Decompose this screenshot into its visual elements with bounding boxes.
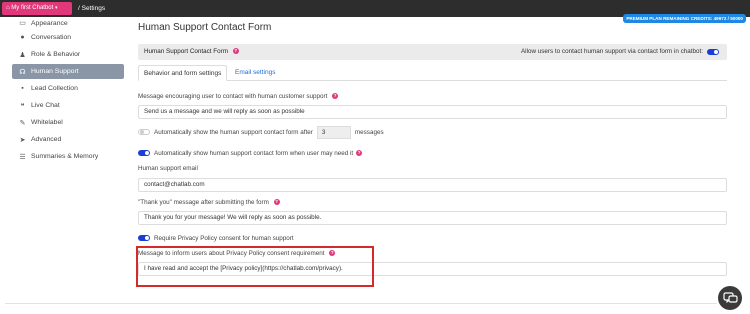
sidebar-item-live-chat[interactable]: ❝ Live Chat (12, 97, 124, 114)
rocket-icon: ➤ (19, 136, 26, 144)
sidebar-item-label: Live Chat (31, 102, 60, 109)
sidebar-item-summaries-memory[interactable]: ☰ Summaries & Memory (12, 148, 124, 165)
user-icon: ♟ (19, 51, 26, 59)
sidebar-item-whitelabel[interactable]: ✎ Whitelabel (12, 114, 124, 131)
sidebar-item-advanced[interactable]: ➤ Advanced (12, 131, 124, 148)
page-title: Human Support Contact Form (138, 22, 272, 33)
allow-contact-label: Allow users to contact human support via… (520, 48, 703, 55)
panel-title-text: Human Support Contact Form (144, 48, 228, 55)
sidebar-item-label: Appearance (31, 19, 68, 27)
settings-sidebar: ▭ Appearance ● Conversation ♟ Role & Beh… (12, 17, 124, 165)
support-email-label: Human support email (138, 165, 198, 172)
sidebar-item-human-support[interactable]: ☊ Human Support (12, 64, 124, 79)
breadcrumb: / Settings (78, 5, 106, 12)
auto-show-need-toggle[interactable] (138, 150, 150, 156)
sidebar-item-label: Advanced (31, 136, 62, 143)
highlight-box (136, 246, 374, 287)
sidebar-item-label: Conversation (31, 34, 72, 41)
sidebar-item-role-behavior[interactable]: ♟ Role & Behavior (12, 46, 124, 63)
sidebar-item-label: Whitelabel (31, 119, 63, 126)
monitor-icon: ▭ (19, 20, 26, 27)
pen-icon: ✎ (19, 119, 26, 127)
sidebar-item-label: Human Support (31, 68, 79, 75)
panel-header: Human Support Contact Form ? Allow users… (138, 44, 727, 60)
help-icon[interactable]: ? (332, 93, 339, 100)
tab-behavior-form-settings[interactable]: Behavior and form settings (138, 65, 228, 81)
divider (5, 303, 717, 304)
auto-show-after-label: Automatically show the human support con… (154, 128, 313, 136)
auto-show-after-toggle[interactable] (138, 129, 150, 135)
tab-email-settings[interactable]: Email settings (230, 65, 280, 81)
caret-down-icon: ▾ (54, 5, 58, 11)
sidebar-item-appearance[interactable]: ▭ Appearance (12, 17, 124, 29)
help-icon[interactable]: ? (273, 199, 280, 206)
privacy-consent-row: Require Privacy Policy consent for human… (138, 233, 294, 243)
message-count-input[interactable]: 3 (316, 125, 351, 139)
encourage-message-label: Message encouraging user to contact with… (138, 93, 339, 100)
thank-you-label: "Thank you" message after submitting the… (138, 199, 280, 206)
auto-show-after-row: Automatically show the human support con… (138, 125, 384, 139)
support-email-input[interactable]: contact@chatlab.com (138, 178, 727, 192)
list-icon: ☰ (19, 153, 26, 161)
thank-you-message-input[interactable]: Thank you for your message! We will repl… (138, 211, 727, 225)
privacy-consent-toggle[interactable] (138, 235, 150, 241)
home-icon: ⌂ (6, 5, 10, 11)
chat-bubble-icon: ● (20, 34, 25, 41)
plan-credits-badge: PREMIUM PLAN REMAINING CREDITS: 49972 / … (623, 14, 746, 23)
auto-show-need-label: Automatically show human support contact… (154, 149, 354, 157)
sidebar-item-lead-collection[interactable]: ▪ Lead Collection (12, 80, 124, 97)
comments-icon: ❝ (20, 102, 25, 110)
allow-contact-toggle[interactable] (707, 49, 719, 55)
chat-icon (723, 292, 738, 304)
chatbot-selector-button[interactable]: ⌂ My first Chatbot ▾ (2, 2, 72, 15)
sidebar-item-label: Summaries & Memory (31, 153, 99, 160)
chatbot-selector-label: My first Chatbot (11, 5, 54, 11)
auto-show-after-suffix: messages (354, 128, 384, 136)
sidebar-item-label: Role & Behavior (31, 51, 81, 58)
help-icon[interactable]: ? (232, 48, 239, 55)
encourage-message-input[interactable]: Send us a message and we will reply as s… (138, 105, 727, 119)
headset-icon: ☊ (19, 68, 26, 76)
settings-tabs: Behavior and form settings Email setting… (138, 65, 727, 81)
address-book-icon: ▪ (21, 85, 24, 92)
auto-show-need-row: Automatically show human support contact… (138, 148, 363, 158)
privacy-consent-label: Require Privacy Policy consent for human… (154, 234, 294, 242)
sidebar-item-conversation[interactable]: ● Conversation (12, 29, 124, 46)
encourage-message-label-text: Message encouraging user to contact with… (138, 93, 328, 100)
sidebar-item-label: Lead Collection (31, 85, 78, 92)
chat-widget-button[interactable] (718, 286, 742, 310)
panel-title: Human Support Contact Form ? (144, 44, 239, 60)
thank-you-label-text: "Thank you" message after submitting the… (138, 199, 269, 206)
help-icon[interactable]: ? (356, 150, 363, 156)
